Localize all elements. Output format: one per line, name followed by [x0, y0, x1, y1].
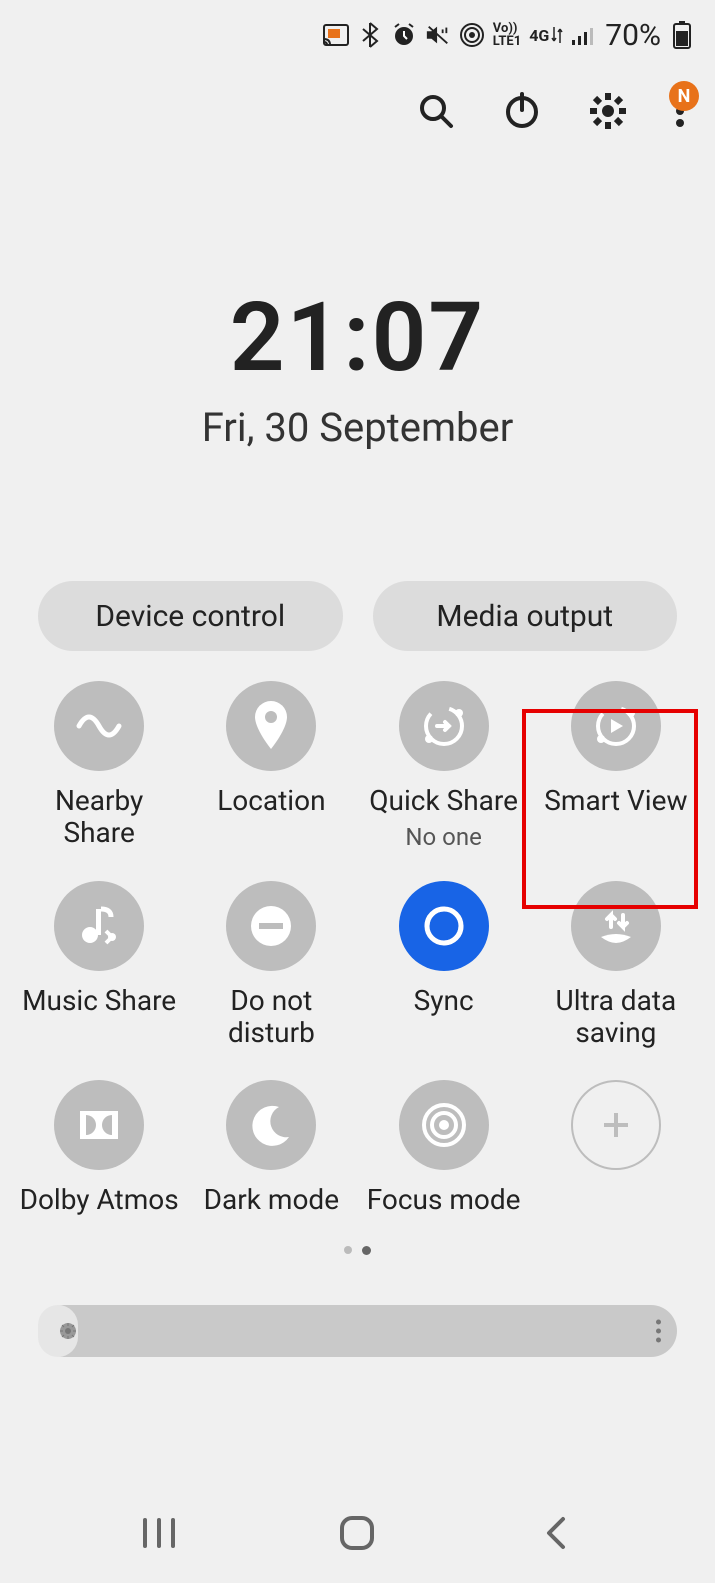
do-not-disturb-icon	[246, 901, 296, 951]
tile-dolby-atmos[interactable]: Dolby Atmos	[18, 1080, 180, 1216]
mute-vibrate-icon	[425, 22, 451, 48]
dolby-icon	[74, 1105, 124, 1145]
smart-view-icon	[591, 701, 641, 751]
network-4g-icon: 4G	[529, 25, 563, 45]
signal-icon	[571, 22, 597, 48]
tile-label: Smart View	[544, 785, 687, 817]
device-control-button[interactable]: Device control	[38, 581, 343, 651]
sync-icon	[419, 901, 469, 951]
clock-block: 21:07 Fri, 30 September	[0, 282, 715, 451]
brightness-expand-icon[interactable]	[656, 1319, 661, 1342]
quick-tiles: Nearby Share Location Quick Share No one…	[0, 651, 715, 1216]
tile-label: Dark mode	[204, 1184, 339, 1216]
tile-sublabel: No one	[405, 823, 481, 851]
back-button[interactable]	[526, 1503, 586, 1563]
status-bar: Vo)) LTE1 4G 70%	[0, 0, 715, 60]
page-dot-active	[362, 1246, 371, 1255]
tile-ultra-data-saving[interactable]: Ultra data saving	[535, 881, 697, 1049]
nearby-share-icon	[74, 706, 124, 746]
power-button[interactable]	[501, 90, 543, 132]
tile-label: Do not disturb	[191, 985, 351, 1049]
tile-sync[interactable]: Sync	[363, 881, 525, 1049]
clock-date: Fri, 30 September	[0, 404, 715, 451]
battery-icon	[669, 22, 695, 48]
bluetooth-icon	[357, 22, 383, 48]
settings-button[interactable]	[587, 90, 629, 132]
brightness-thumb-icon	[60, 1323, 76, 1339]
battery-percent: 70%	[605, 18, 661, 53]
alarm-icon	[391, 22, 417, 48]
search-button[interactable]	[415, 90, 457, 132]
page-indicator	[0, 1246, 715, 1255]
tile-label: Quick Share	[369, 785, 518, 817]
media-output-button[interactable]: Media output	[373, 581, 678, 651]
tile-label: Music Share	[22, 985, 176, 1017]
tile-add[interactable]	[535, 1080, 697, 1216]
recents-button[interactable]	[129, 1503, 189, 1563]
location-icon	[251, 701, 291, 751]
home-button[interactable]	[327, 1503, 387, 1563]
tile-nearby-share[interactable]: Nearby Share	[18, 681, 180, 851]
hotspot-icon	[459, 22, 485, 48]
dark-mode-icon	[249, 1103, 293, 1147]
tile-label: Ultra data saving	[536, 985, 696, 1049]
brightness-slider[interactable]	[38, 1305, 677, 1357]
page-dot	[344, 1246, 352, 1254]
navigation-bar	[0, 1483, 715, 1583]
tile-location[interactable]: Location	[190, 681, 352, 851]
quick-share-icon	[419, 701, 469, 751]
tile-label: Sync	[414, 985, 474, 1017]
music-share-icon	[76, 903, 122, 949]
clock-time: 21:07	[0, 282, 715, 394]
tile-label: Dolby Atmos	[20, 1184, 179, 1216]
notification-badge: N	[669, 81, 699, 111]
tile-quick-share[interactable]: Quick Share No one	[363, 681, 525, 851]
more-button[interactable]: N	[673, 93, 687, 129]
volte-icon: Vo)) LTE1	[493, 22, 521, 48]
tile-focus-mode[interactable]: Focus mode	[363, 1080, 525, 1216]
ultra-data-saving-icon	[591, 901, 641, 951]
tile-smart-view[interactable]: Smart View	[535, 681, 697, 851]
cast-icon	[323, 22, 349, 48]
panel-actions: N	[0, 60, 715, 132]
plus-icon	[596, 1105, 636, 1145]
focus-mode-icon	[419, 1100, 469, 1150]
tile-label: Nearby Share	[19, 785, 179, 849]
tile-label: Location	[217, 785, 325, 817]
tile-dark-mode[interactable]: Dark mode	[190, 1080, 352, 1216]
tile-label: Focus mode	[367, 1184, 521, 1216]
pill-row: Device control Media output	[0, 581, 715, 651]
tile-do-not-disturb[interactable]: Do not disturb	[190, 881, 352, 1049]
tile-music-share[interactable]: Music Share	[18, 881, 180, 1049]
